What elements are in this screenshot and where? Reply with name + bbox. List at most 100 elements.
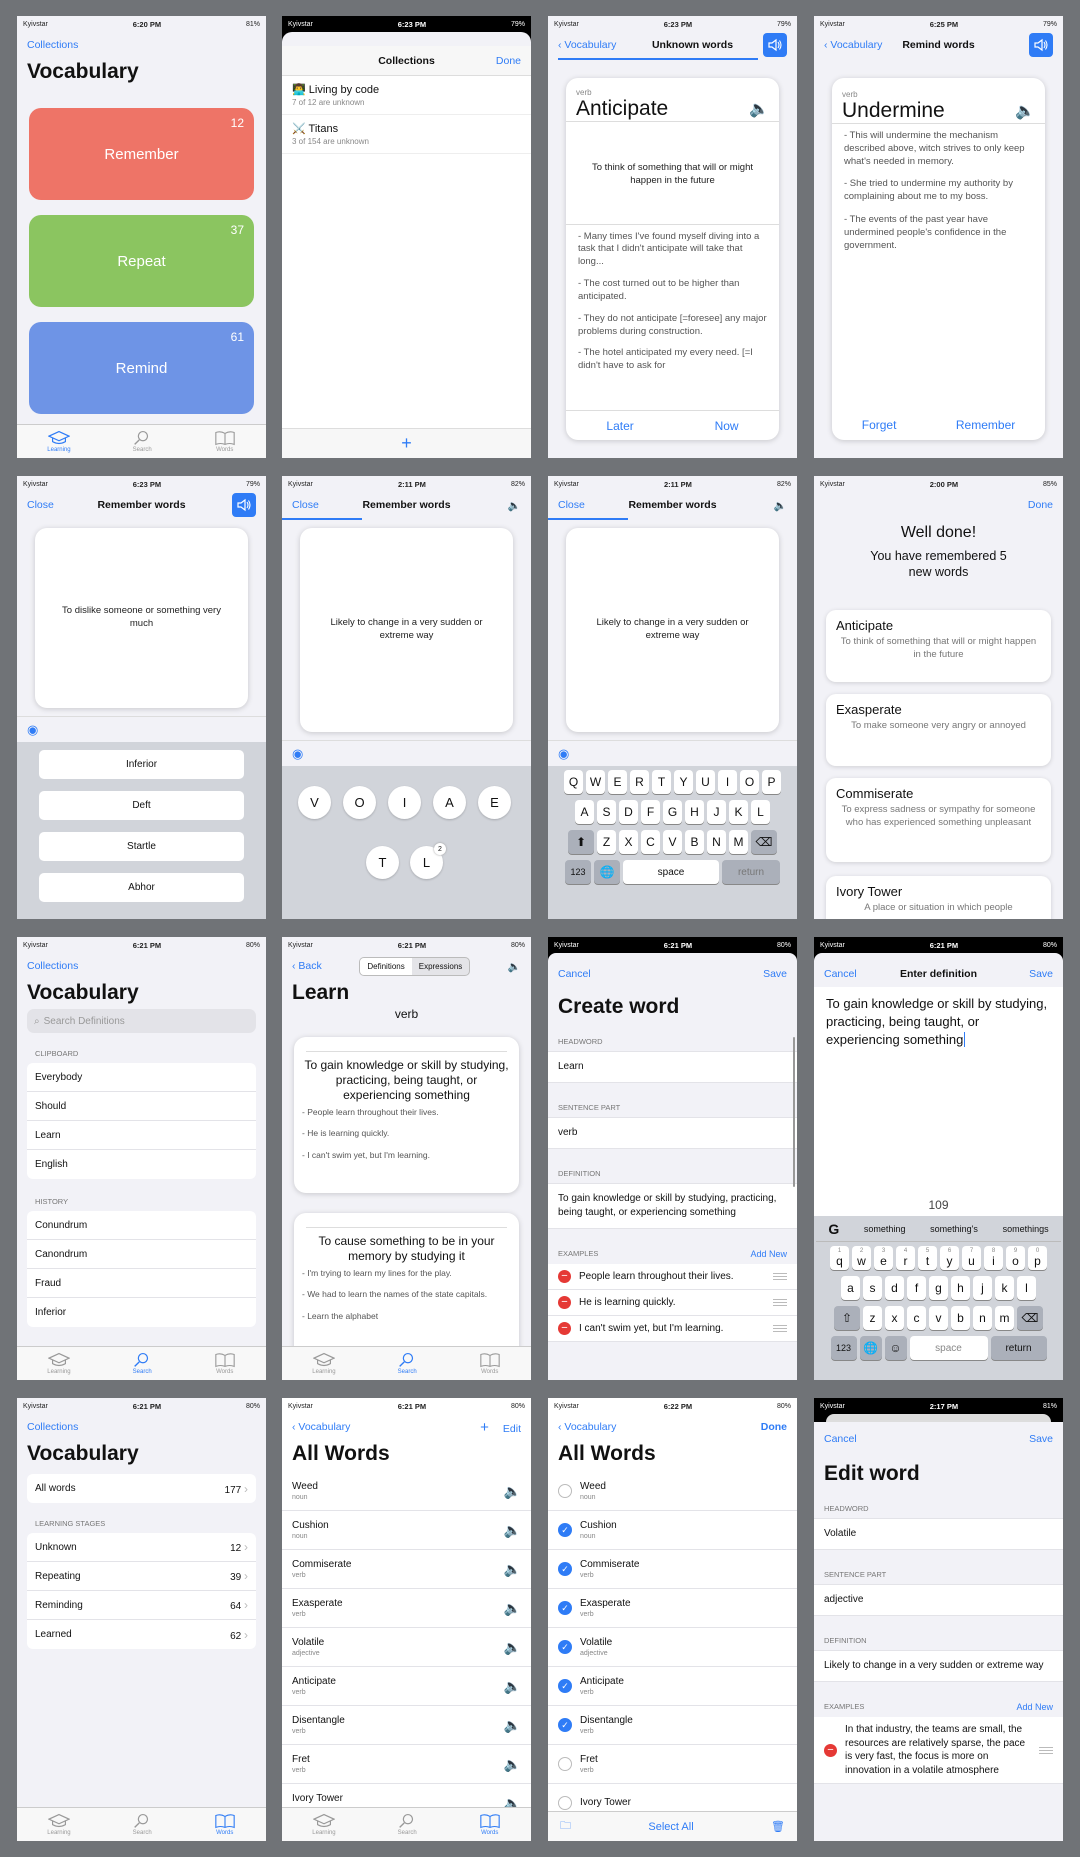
list-item[interactable]: Should: [27, 1092, 256, 1121]
key-v[interactable]: V: [663, 830, 682, 854]
tab-words[interactable]: Words: [214, 1813, 236, 1836]
sentence-part-field[interactable]: adjective: [814, 1584, 1063, 1616]
back-button[interactable]: ‹ Vocabulary: [558, 1421, 616, 1433]
collections-link[interactable]: Collections: [27, 960, 78, 972]
now-button[interactable]: Now: [715, 419, 739, 433]
headword-field[interactable]: Learn: [548, 1051, 797, 1083]
list-item[interactable]: English: [27, 1150, 256, 1179]
letter-button[interactable]: I: [388, 786, 421, 819]
key-n[interactable]: N: [707, 830, 726, 854]
back-button[interactable]: ‹ Vocabulary: [292, 1421, 350, 1433]
select-all-button[interactable]: Select All: [648, 1821, 693, 1833]
key-j[interactable]: J: [707, 800, 726, 824]
tab-search[interactable]: Search: [396, 1813, 418, 1836]
checkmark-icon[interactable]: ✓: [558, 1523, 572, 1537]
backspace-icon[interactable]: ⌫: [751, 830, 777, 854]
speaker-icon[interactable]: 🔈: [504, 1522, 521, 1539]
word-row[interactable]: Cushion noun 🔈: [282, 1511, 531, 1550]
collection-item[interactable]: 👨‍💻 Living by code 7 of 12 are unknown: [282, 76, 531, 115]
option-button[interactable]: Startle: [39, 832, 244, 861]
save-button[interactable]: Save: [763, 968, 787, 980]
key-a[interactable]: a: [841, 1276, 860, 1300]
option-button[interactable]: Deft: [39, 791, 244, 820]
definition-field[interactable]: To gain knowledge or skill by studying, …: [548, 1183, 797, 1229]
unchecked-circle-icon[interactable]: [558, 1484, 572, 1498]
space-key[interactable]: space: [623, 860, 719, 884]
key-u[interactable]: U: [696, 770, 715, 794]
key-x[interactable]: X: [619, 830, 638, 854]
list-item[interactable]: Conundrum: [27, 1211, 256, 1240]
checkmark-icon[interactable]: ✓: [558, 1679, 572, 1693]
letter-button[interactable]: E: [478, 786, 511, 819]
tab-words[interactable]: Words: [479, 1352, 501, 1375]
letter-button[interactable]: T: [366, 846, 399, 879]
key-c[interactable]: C: [641, 830, 660, 854]
done-button[interactable]: Done: [1028, 499, 1053, 511]
tab-learning[interactable]: Learning: [312, 1813, 336, 1836]
add-word-button[interactable]: +: [480, 1419, 489, 1436]
key-y[interactable]: Y: [674, 770, 693, 794]
remind-card[interactable]: 61 Remind: [29, 322, 254, 414]
shift-key[interactable]: ⬆: [568, 830, 594, 854]
word-row[interactable]: Commiserate verb 🔈: [282, 1550, 531, 1589]
reorder-handle-icon[interactable]: [773, 1299, 787, 1306]
key-g[interactable]: G: [663, 800, 682, 824]
delete-icon[interactable]: −: [824, 1743, 837, 1757]
google-icon[interactable]: G: [828, 1221, 839, 1237]
key-v[interactable]: v: [929, 1306, 948, 1330]
word-row[interactable]: Disentangle verb 🔈: [282, 1706, 531, 1745]
letter-button[interactable]: L2: [410, 843, 446, 879]
speaker-icon[interactable]: 🔈: [774, 499, 787, 512]
unchecked-circle-icon[interactable]: [558, 1796, 572, 1810]
globe-icon[interactable]: 🌐: [859, 1336, 882, 1360]
key-t[interactable]: T: [652, 770, 671, 794]
trash-icon[interactable]: 🗑: [771, 1820, 785, 1833]
list-item[interactable]: Everybody: [27, 1063, 256, 1092]
key-b[interactable]: b: [951, 1306, 970, 1330]
back-button[interactable]: ‹ Back: [292, 960, 322, 972]
key-x[interactable]: x: [885, 1306, 904, 1330]
segment-definitions[interactable]: Definitions: [360, 957, 412, 975]
unchecked-circle-icon[interactable]: [558, 1757, 572, 1771]
cancel-button[interactable]: Cancel: [558, 968, 591, 980]
word-row[interactable]: Volatile adjective 🔈: [282, 1628, 531, 1667]
key-o[interactable]: O: [740, 770, 759, 794]
suggestion[interactable]: something: [864, 1224, 906, 1234]
speaker-icon[interactable]: 🔈: [504, 1717, 521, 1734]
folder-icon[interactable]: 🗀: [560, 1817, 571, 1836]
tab-learning[interactable]: Learning: [312, 1352, 336, 1375]
letter-button[interactable]: V: [298, 786, 331, 819]
tab-learning[interactable]: Learning: [47, 1813, 71, 1836]
key-c[interactable]: c: [907, 1306, 926, 1330]
checkmark-icon[interactable]: ✓: [558, 1640, 572, 1654]
speaker-icon[interactable]: 🔈: [508, 499, 521, 512]
cancel-button[interactable]: Cancel: [824, 1433, 857, 1445]
speaker-icon[interactable]: [1029, 33, 1053, 57]
list-item[interactable]: Learn: [27, 1121, 256, 1150]
delete-icon[interactable]: −: [558, 1322, 571, 1335]
word-row[interactable]: ✓ Exasperate verb: [548, 1589, 797, 1628]
shift-key[interactable]: ⇧: [834, 1306, 860, 1330]
word-row[interactable]: Fret verb: [548, 1745, 797, 1784]
key-e[interactable]: E: [608, 770, 627, 794]
scrollbar[interactable]: [793, 1037, 795, 1187]
repeat-card[interactable]: 37 Repeat: [29, 215, 254, 307]
definition-field[interactable]: Likely to change in a very sudden or ext…: [814, 1650, 1063, 1682]
option-button[interactable]: Inferior: [39, 750, 244, 779]
speaker-icon[interactable]: 🔈: [504, 1756, 521, 1773]
word-row[interactable]: Weed noun 🔈: [282, 1472, 531, 1511]
return-key[interactable]: return: [990, 1336, 1047, 1360]
key-e[interactable]: 3e: [874, 1246, 893, 1270]
speaker-icon[interactable]: 🔈: [504, 1483, 521, 1500]
back-button[interactable]: ‹ Vocabulary: [824, 39, 882, 51]
emoji-icon[interactable]: ☺: [884, 1336, 907, 1360]
collections-link[interactable]: Collections: [27, 39, 78, 51]
all-words-row[interactable]: All words 177 ›: [27, 1474, 256, 1503]
checkmark-icon[interactable]: ✓: [558, 1562, 572, 1576]
key-d[interactable]: d: [885, 1276, 904, 1300]
key-l[interactable]: L: [751, 800, 770, 824]
stage-row[interactable]: Repeating 39 ›: [27, 1562, 256, 1591]
stage-row[interactable]: Unknown 12 ›: [27, 1533, 256, 1562]
eye-icon[interactable]: ◉: [27, 722, 38, 738]
collection-item[interactable]: ⚔️ Titans 3 of 154 are unknown: [282, 115, 531, 154]
